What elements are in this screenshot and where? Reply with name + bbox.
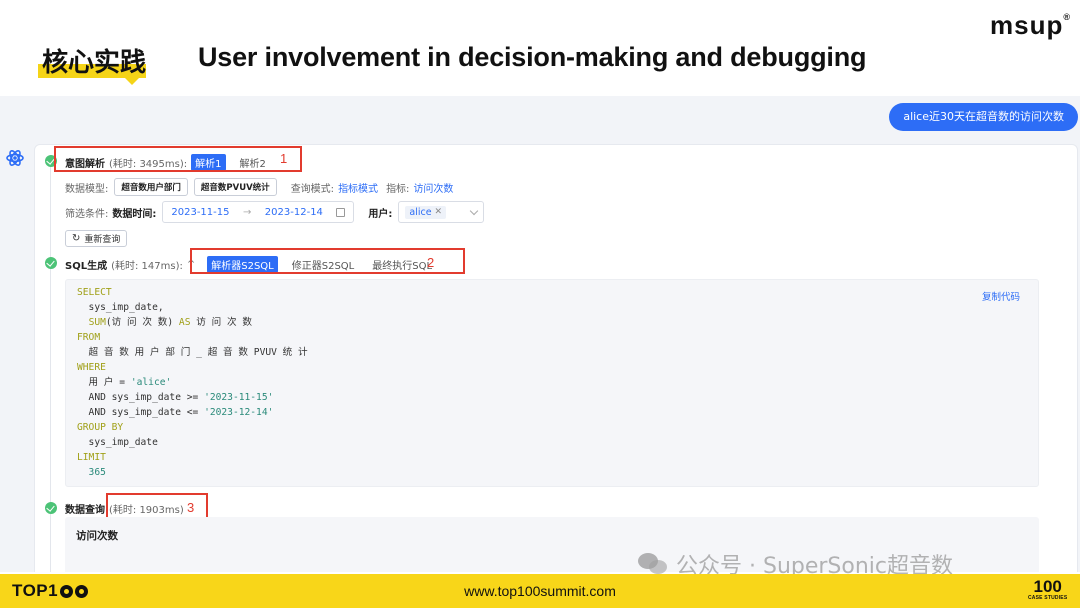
annotation-number-2: 2 — [427, 255, 435, 270]
model-label: 数据模型: — [65, 183, 109, 195]
requery-row: ↻ 重新查询 — [65, 230, 128, 247]
msup-logo: msup® — [990, 10, 1071, 41]
refresh-icon: ↻ — [72, 233, 81, 244]
footer-url: www.top100summit.com — [464, 583, 616, 599]
code-token: 'alice' — [130, 377, 172, 388]
code-token: AS — [178, 317, 191, 328]
annotation-number-3: 3 — [187, 500, 195, 515]
code-token: AND sys_imp_date <= — [77, 407, 205, 418]
requery-button-label: 重新查询 — [84, 235, 121, 245]
check-icon — [45, 502, 57, 514]
calendar-icon[interactable] — [336, 207, 346, 217]
code-line: sys_imp_date — [77, 437, 158, 448]
code-token: SUM — [88, 317, 106, 328]
code-line: WHERE — [77, 362, 106, 373]
code-token: '2023-11-15' — [204, 392, 274, 403]
sql-code-block: 复制代码 SELECT sys_imp_date, SUM(访 问 次 数) A… — [65, 279, 1039, 487]
user-label: 用户: — [368, 208, 393, 220]
chevron-down-icon[interactable] — [470, 206, 479, 215]
date-end[interactable]: 2023-12-14 — [265, 207, 323, 218]
user-tag-label: alice — [409, 206, 432, 218]
user-select[interactable]: alice ✕ — [398, 201, 485, 223]
model-row: 数据模型: 超音数用户部门 超音数PVUV统计 查询模式: 指标模式 指标: 访… — [65, 178, 453, 196]
code-token: (访 问 次 数) — [105, 317, 179, 328]
section-badge: 核心实践 — [38, 46, 150, 85]
code-line: LIMIT — [77, 452, 106, 463]
metric-value[interactable]: 访问次数 — [413, 180, 453, 195]
result-metric-title: 访问次数 — [76, 530, 118, 542]
sql-time: (耗时: 147ms): — [111, 261, 183, 272]
query-mode-label: 查询模式: — [290, 183, 335, 195]
sql-title: SQL生成 — [65, 261, 108, 272]
code-line: GROUP BY — [77, 422, 124, 433]
data-query-title: 数据查询 — [65, 505, 105, 516]
code-line: SUM(访 问 次 数) AS 访 问 次 数 — [77, 317, 252, 328]
case-studies-logo: 100 CASE STUDIES — [1028, 578, 1067, 602]
copy-code-button[interactable]: 复制代码 — [982, 289, 1020, 303]
code-line: sys_imp_date, — [77, 302, 164, 313]
date-label: 数据时间: — [112, 208, 157, 220]
badge-text: 核心实践 — [42, 48, 147, 78]
user-message-bubble: alice近30天在超音数的访问次数 — [889, 103, 1078, 131]
registered-mark: ® — [1063, 12, 1071, 22]
msup-logo-text: msup — [990, 10, 1064, 40]
metric-label: 指标: — [386, 183, 410, 195]
close-icon[interactable]: ✕ — [435, 207, 443, 217]
slide-header: 核心实践 User involvement in decision-making… — [0, 0, 1080, 96]
code-token: 访 问 次 数 — [190, 317, 252, 328]
chat-app: alice近30天在超音数的访问次数 意图解析 (耗时: 3495ms): 解析… — [0, 96, 1080, 572]
code-line: AND sys_imp_date >= '2023-11-15' — [77, 392, 274, 403]
atom-icon — [6, 150, 24, 166]
date-start[interactable]: 2023-11-15 — [171, 207, 229, 218]
filter-row: 筛选条件: 数据时间: 2023-11-15 → 2023-12-14 用户: … — [65, 201, 485, 223]
answer-card: 意图解析 (耗时: 3495ms): 解析1 解析2 1 数据模型: 超音数用户… — [34, 144, 1078, 572]
code-line: AND sys_imp_date <= '2023-12-14' — [77, 407, 274, 418]
filter-label: 筛选条件: — [65, 208, 109, 220]
code-line: 超 音 数 用 户 部 门 _ 超 音 数 PVUV 统 计 — [77, 347, 308, 358]
model-chip-user-dept[interactable]: 超音数用户部门 — [114, 178, 188, 196]
annotation-box-2 — [190, 248, 465, 274]
user-tag: alice ✕ — [405, 205, 447, 219]
code-token: '2023-12-14' — [204, 407, 274, 418]
code-line: 365 — [77, 467, 106, 478]
annotation-box-1 — [54, 146, 302, 172]
model-chip-pvuv[interactable]: 超音数PVUV统计 — [193, 178, 277, 196]
badge-pointer — [124, 77, 140, 85]
slide-title: User involvement in decision-making and … — [198, 42, 867, 72]
code-line: FROM — [77, 332, 101, 343]
check-icon — [45, 257, 57, 269]
code-line: 用 户 = 'alice' — [77, 377, 172, 388]
date-arrow: → — [242, 206, 252, 218]
slide-footer: TOP1 www.top100summit.com 100 CASE STUDI… — [0, 574, 1080, 608]
query-mode-value[interactable]: 指标模式 — [338, 180, 378, 195]
sql-code: SELECT sys_imp_date, SUM(访 问 次 数) AS 访 问… — [77, 285, 308, 480]
case-studies-number: 100 — [1033, 577, 1062, 596]
requery-button[interactable]: ↻ 重新查询 — [65, 230, 128, 247]
date-range-picker[interactable]: 2023-11-15 → 2023-12-14 — [162, 201, 355, 223]
code-line: SELECT — [77, 287, 112, 298]
wechat-icon — [638, 553, 668, 575]
annotation-number-1: 1 — [280, 151, 288, 166]
case-studies-text: CASE STUDIES — [1028, 595, 1068, 601]
code-token: AND sys_imp_date >= — [77, 392, 205, 403]
code-token: 用 户 = — [77, 377, 131, 388]
